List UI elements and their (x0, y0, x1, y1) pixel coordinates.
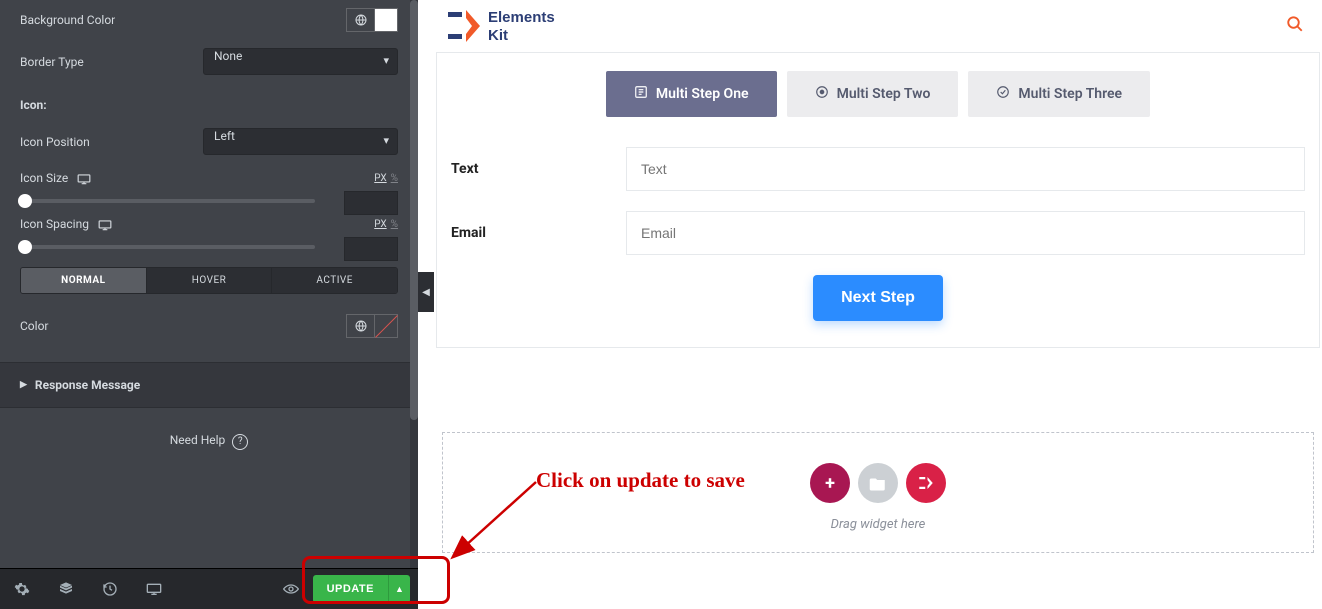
step-tab-label: Multi Step Three (1018, 86, 1122, 102)
update-options-caret[interactable]: ▲ (388, 575, 410, 603)
form-widget: Multi Step One Multi Step Two Multi Step… (436, 52, 1320, 348)
elements-kit-logo: Elements Kit (442, 4, 582, 48)
responsive-icon[interactable] (132, 569, 176, 609)
border-type-control: Border Type None (0, 40, 418, 83)
help-icon: ? (232, 434, 248, 450)
state-tabs: NORMAL HOVER ACTIVE (20, 267, 398, 294)
globe-icon[interactable] (346, 8, 374, 32)
annotation-text: Click on update to save (536, 468, 745, 493)
collapse-sidebar-handle[interactable]: ◀ (418, 272, 434, 312)
border-type-select[interactable]: None (203, 48, 398, 75)
slider-thumb[interactable] (18, 194, 32, 208)
icon-position-value: Left (214, 129, 235, 143)
bg-color-picker (346, 8, 398, 32)
icon-section-header: Icon: (0, 83, 418, 120)
icon-size-input[interactable] (344, 191, 398, 215)
background-color-label: Background Color (20, 13, 346, 27)
icon-spacing-slider-row (0, 239, 418, 255)
email-label: Email (451, 225, 626, 241)
settings-icon[interactable] (0, 569, 44, 609)
form-row-text: Text (445, 147, 1311, 191)
color-swatch-white[interactable] (374, 8, 398, 32)
history-icon[interactable] (88, 569, 132, 609)
slider-thumb[interactable] (18, 240, 32, 254)
navigator-icon[interactable] (44, 569, 88, 609)
next-step-button[interactable]: Next Step (813, 275, 943, 321)
caret-right-icon: ▶ (20, 380, 27, 390)
form-row-email: Email (445, 211, 1311, 255)
sidebar-footer: UPDATE ▲ (0, 568, 418, 609)
icon-spacing-units[interactable]: PX% (374, 219, 398, 230)
need-help-row[interactable]: Need Help ? (0, 408, 418, 475)
icon-position-select[interactable]: Left (203, 128, 398, 155)
logo-text-bottom: Kit (488, 27, 508, 44)
text-label: Text (451, 161, 626, 177)
add-section-icon[interactable]: + (810, 463, 850, 503)
preview-icon[interactable] (269, 569, 313, 609)
icon-position-control: Icon Position Left (0, 120, 418, 163)
border-type-label: Border Type (20, 55, 203, 69)
need-help-label: Need Help (170, 433, 226, 447)
globe-icon[interactable] (346, 314, 374, 338)
step-tabs: Multi Step One Multi Step Two Multi Step… (445, 71, 1311, 117)
drop-zone-text: Drag widget here (443, 517, 1313, 532)
border-type-value: None (214, 49, 242, 63)
icon-spacing-slider[interactable] (20, 245, 315, 249)
icon-size-label: Icon Size (20, 171, 374, 185)
scrollbar-track[interactable] (410, 0, 418, 568)
desktop-icon[interactable] (98, 219, 112, 231)
preview-canvas: Elements Kit Multi Step One Multi Step T… (434, 0, 1322, 609)
step-icon-two (815, 85, 829, 103)
tab-hover[interactable]: HOVER (147, 268, 273, 293)
step-icon-one (634, 85, 648, 103)
accordion-label: Response Message (35, 378, 140, 392)
template-library-icon[interactable] (858, 463, 898, 503)
tab-active[interactable]: ACTIVE (272, 268, 397, 293)
sidebar-content: Background Color Border Type None Icon: … (0, 0, 418, 475)
color-control: Color (0, 306, 418, 346)
email-input[interactable] (626, 211, 1305, 255)
step-icon-three (996, 85, 1010, 103)
update-button[interactable]: UPDATE (313, 575, 388, 603)
logo-row: Elements Kit (434, 0, 1322, 52)
color-picker (346, 314, 398, 338)
icon-position-label: Icon Position (20, 135, 203, 149)
step-tab-label: Multi Step One (656, 86, 749, 102)
response-message-accordion[interactable]: ▶ Response Message (0, 362, 418, 408)
icon-spacing-label: Icon Spacing (20, 217, 374, 231)
step-tab-one[interactable]: Multi Step One (606, 71, 777, 117)
update-group: UPDATE ▲ (313, 575, 410, 603)
logo-text-top: Elements (488, 9, 555, 26)
text-input[interactable] (626, 147, 1305, 191)
icon-size-units[interactable]: PX% (374, 173, 398, 184)
scrollbar-thumb[interactable] (410, 0, 418, 420)
editor-sidebar: Background Color Border Type None Icon: … (0, 0, 418, 609)
step-tab-three[interactable]: Multi Step Three (968, 71, 1150, 117)
color-swatch-empty[interactable] (374, 314, 398, 338)
step-tab-two[interactable]: Multi Step Two (787, 71, 959, 117)
color-label: Color (20, 319, 346, 333)
search-icon[interactable] (1286, 15, 1304, 38)
step-tab-label: Multi Step Two (837, 86, 931, 102)
icon-spacing-input[interactable] (344, 237, 398, 261)
sidebar-scroll: Background Color Border Type None Icon: … (0, 0, 418, 568)
background-color-control: Background Color (0, 0, 418, 40)
elements-kit-icon[interactable] (906, 463, 946, 503)
icon-size-slider[interactable] (20, 199, 315, 203)
icon-size-control: Icon Size PX% (0, 163, 418, 193)
tab-normal[interactable]: NORMAL (21, 268, 147, 293)
desktop-icon[interactable] (77, 173, 91, 185)
icon-size-slider-row (0, 193, 418, 209)
